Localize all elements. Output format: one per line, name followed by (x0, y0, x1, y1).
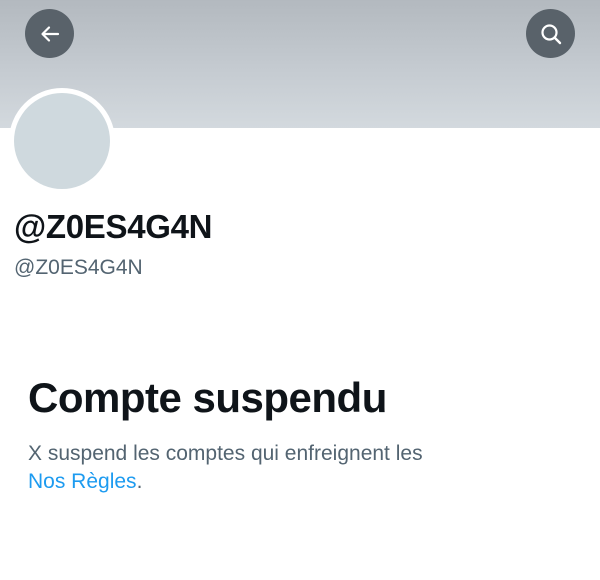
message-period: . (136, 470, 143, 493)
arrow-left-icon (38, 22, 62, 46)
profile-display-name: @Z0ES4G4N (14, 208, 213, 245)
suspended-title: Compte suspendu (28, 374, 387, 421)
suspended-message: X suspend les comptes qui enfreignent le… (28, 440, 568, 496)
profile-handle: @Z0ES4G4N (14, 256, 143, 279)
search-button[interactable] (526, 9, 575, 58)
back-button[interactable] (25, 9, 74, 58)
search-icon (539, 22, 563, 46)
rules-link[interactable]: Nos Règles (28, 470, 137, 493)
avatar[interactable] (14, 93, 110, 189)
suspended-message-text: X suspend les comptes qui enfreignent le… (28, 442, 423, 465)
